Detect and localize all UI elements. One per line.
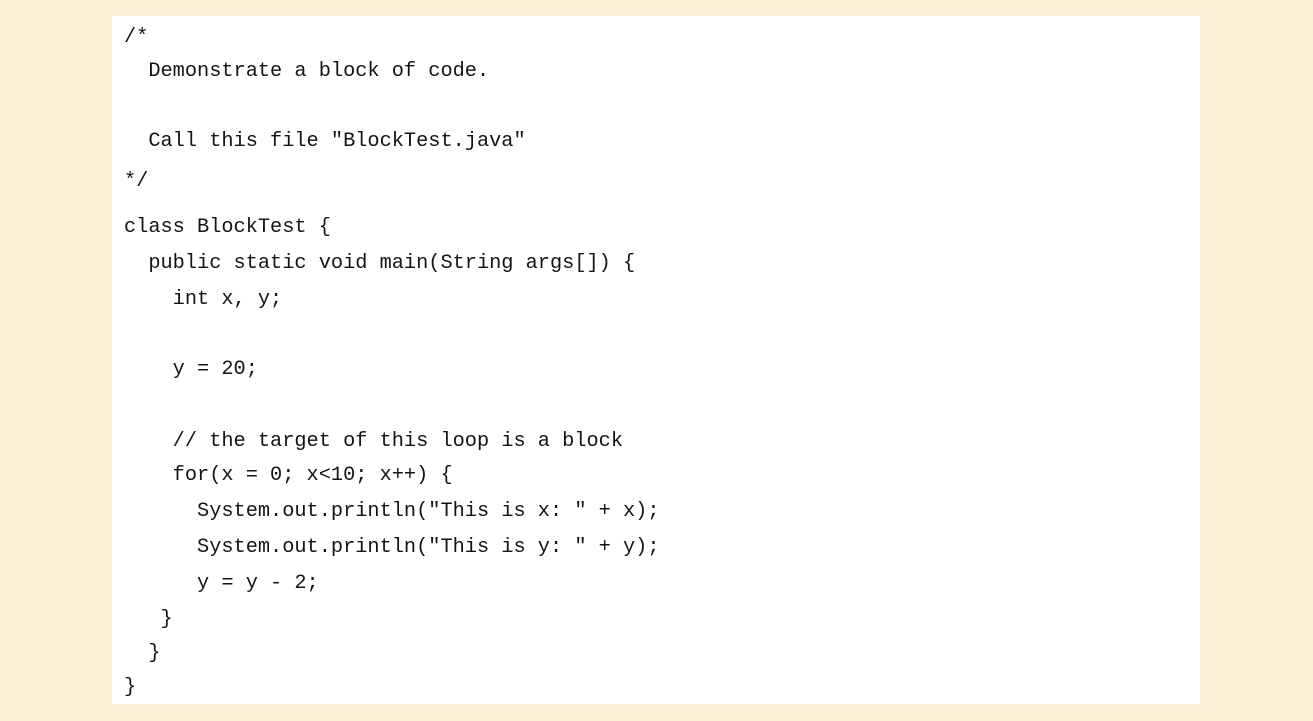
code-line: } (124, 608, 173, 631)
code-line: for(x = 0; x<10; x++) { (124, 464, 453, 487)
code-line: // the target of this loop is a block (124, 430, 623, 453)
code-line: public static void main(String args[]) { (124, 252, 636, 275)
code-line: System.out.println("This is y: " + y); (124, 536, 660, 559)
code-line: Demonstrate a block of code. (124, 60, 490, 83)
code-line: System.out.println("This is x: " + x); (124, 500, 660, 523)
code-line: */ (124, 170, 149, 193)
code-line: Call this file "BlockTest.java" (124, 130, 526, 153)
code-line: } (124, 676, 137, 699)
code-line: } (124, 642, 161, 665)
code-line: y = 20; (124, 358, 258, 381)
code-listing: /* Demonstrate a block of code. Call thi… (112, 16, 1200, 704)
code-line: int x, y; (124, 288, 283, 311)
code-line: class BlockTest { (124, 216, 331, 239)
code-line: /* (124, 26, 149, 49)
code-line: y = y - 2; (124, 572, 319, 595)
page-background: /* Demonstrate a block of code. Call thi… (0, 0, 1313, 721)
